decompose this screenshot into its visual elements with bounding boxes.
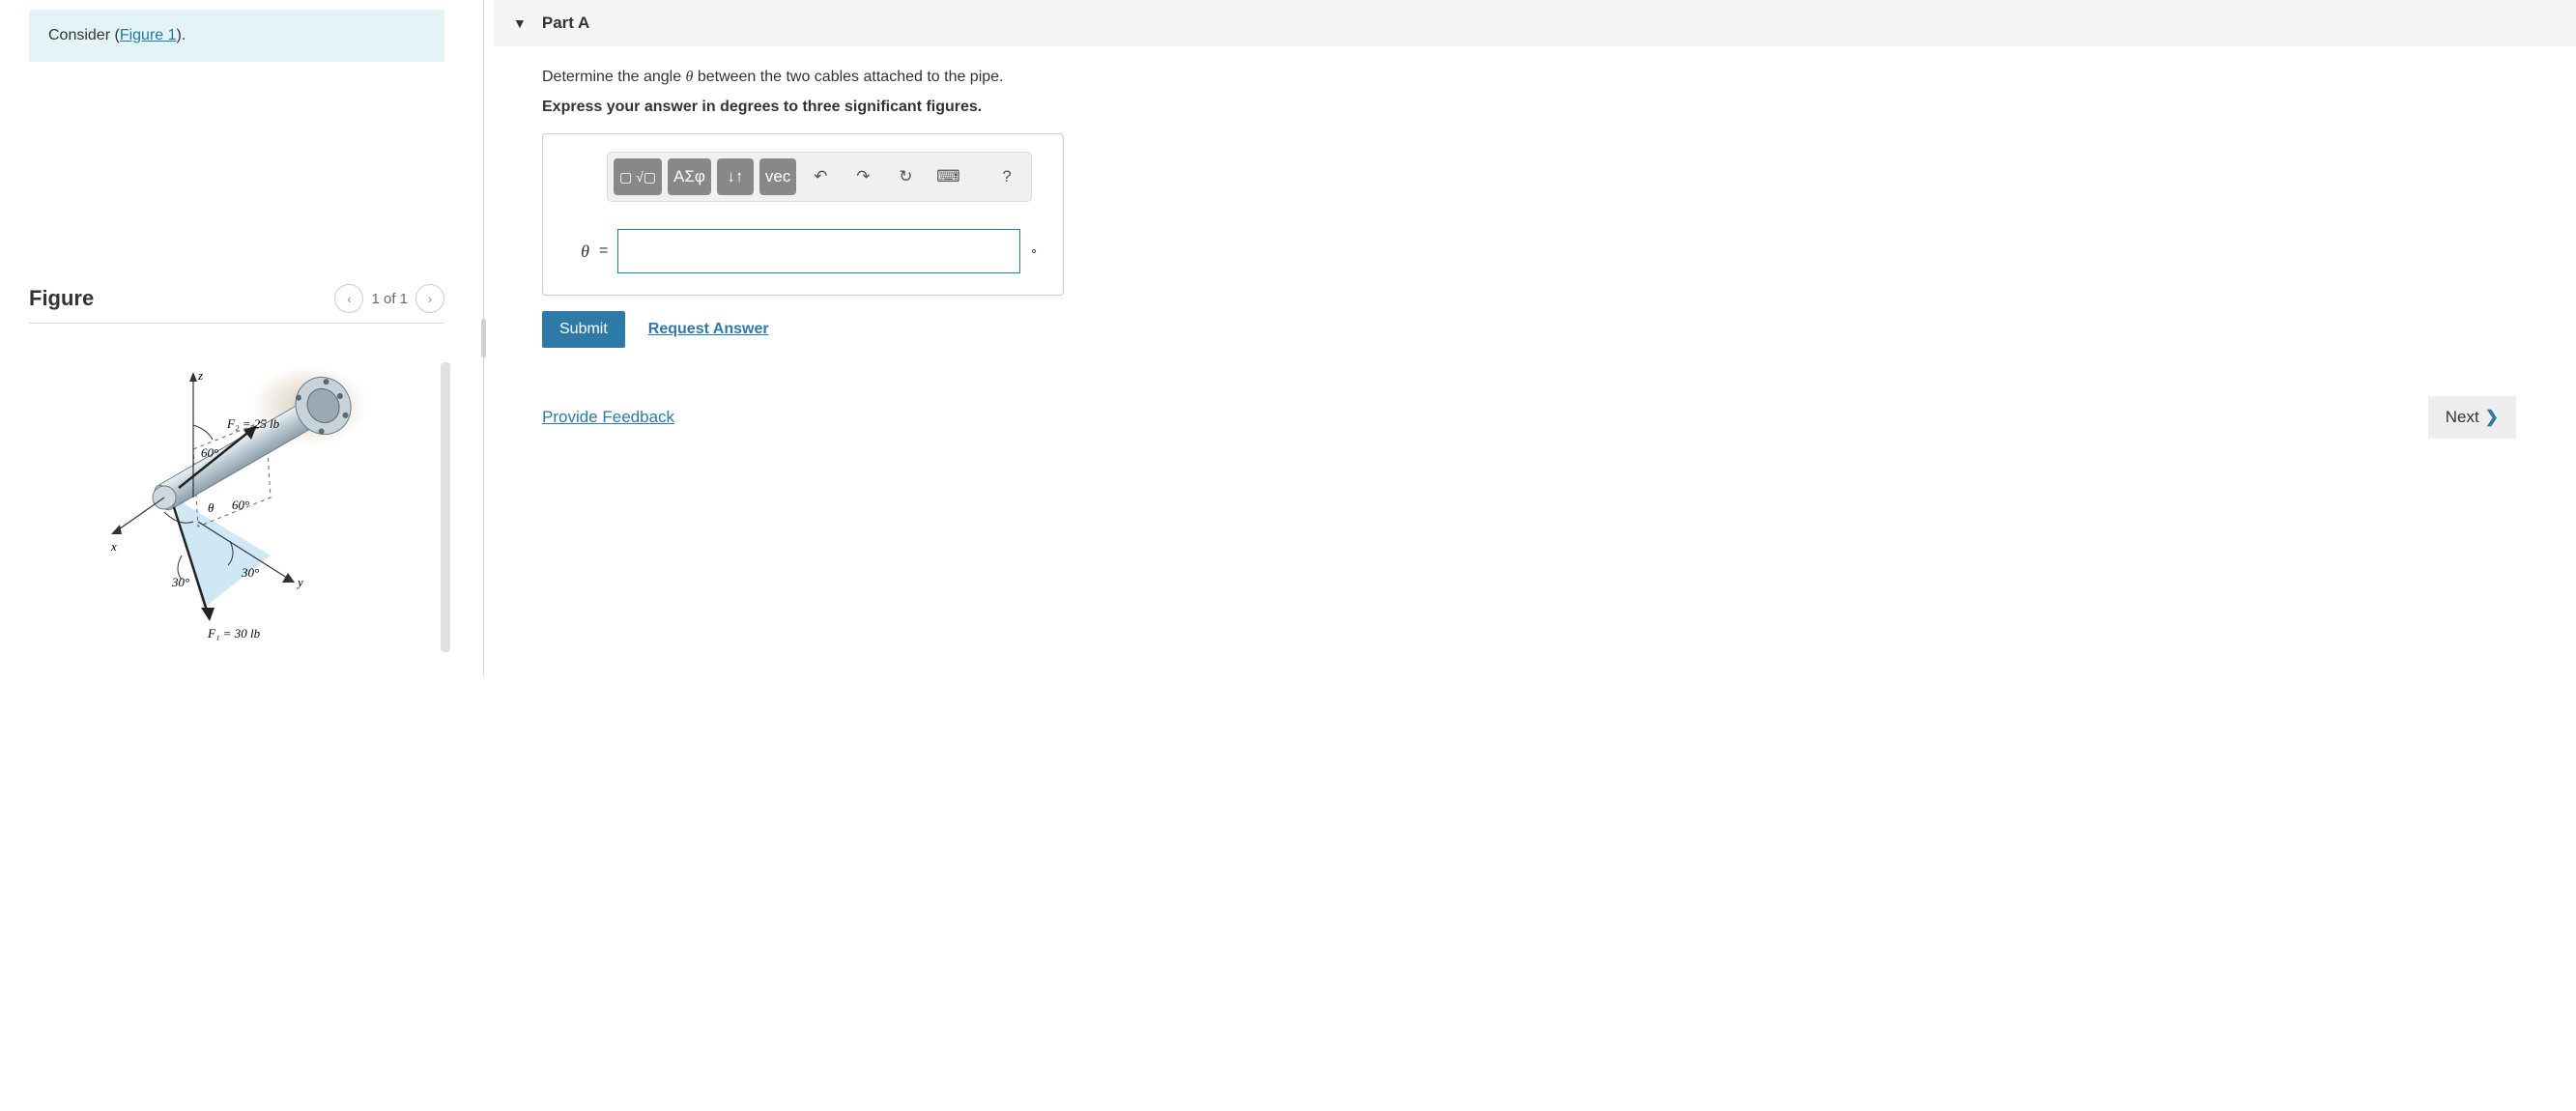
figure-link[interactable]: Figure 1 — [120, 27, 177, 43]
templates-button[interactable]: ▢ √▢ — [614, 158, 662, 195]
part-title: Part A — [542, 14, 589, 33]
variable-label: θ — [560, 242, 589, 262]
reset-button[interactable]: ↻ — [887, 158, 924, 195]
axis-y-label: y — [296, 575, 303, 589]
axis-x-label: x — [110, 539, 117, 554]
undo-icon: ↶ — [814, 167, 827, 186]
figure-image: z x y F₂ = 25 lb F₁ = 30 lb 60° 60° 30° … — [29, 362, 444, 667]
undo-button[interactable]: ↶ — [802, 158, 839, 195]
request-answer-link[interactable]: Request Answer — [648, 321, 769, 338]
figure-next-button[interactable]: › — [415, 284, 444, 313]
redo-icon: ↷ — [856, 167, 870, 186]
angle-theta-label: θ — [208, 500, 215, 515]
chevron-right-icon: ❯ — [2485, 408, 2499, 427]
angle-60a-label: 60° — [201, 445, 218, 460]
caret-down-icon: ▼ — [513, 15, 527, 31]
next-button[interactable]: Next ❯ — [2428, 396, 2516, 439]
keyboard-button[interactable]: ⌨ — [930, 158, 966, 195]
angle-30b-label: 30° — [171, 575, 189, 589]
figure-nav-label: 1 of 1 — [371, 291, 408, 307]
force-f2-label: F₂ = 25 lb — [226, 416, 280, 431]
question-text: Determine the angle θ between the two ca… — [542, 66, 2528, 89]
scinot-button[interactable]: ↓↑ — [717, 158, 754, 195]
greek-button[interactable]: ΑΣφ — [668, 158, 711, 195]
force-f1-label: F₁ = 30 lb — [207, 626, 261, 641]
consider-suffix: ). — [177, 27, 186, 43]
redo-button[interactable]: ↷ — [844, 158, 881, 195]
angle-60b-label: 60° — [232, 498, 249, 512]
consider-prefix: Consider ( — [48, 27, 120, 43]
part-header[interactable]: ▼ Part A — [494, 0, 2576, 46]
angle-30a-label: 30° — [241, 565, 259, 580]
answer-box: ▢ √▢ ΑΣφ ↓↑ vec ↶ ↷ ↻ ⌨ ? θ = ∘ — [542, 133, 1064, 296]
keyboard-icon: ⌨ — [936, 167, 960, 186]
reset-icon: ↻ — [899, 167, 912, 186]
help-button[interactable]: ? — [988, 158, 1025, 195]
answer-input[interactable] — [617, 229, 1020, 273]
figure-title: Figure — [29, 286, 94, 311]
equation-toolbar: ▢ √▢ ΑΣφ ↓↑ vec ↶ ↷ ↻ ⌨ ? — [607, 152, 1032, 202]
vec-button[interactable]: vec — [759, 158, 796, 195]
templates-icon: ▢ √▢ — [619, 169, 656, 185]
provide-feedback-link[interactable]: Provide Feedback — [542, 408, 674, 427]
axis-z-label: z — [197, 368, 203, 383]
figure-prev-button[interactable]: ‹ — [334, 284, 363, 313]
panel-divider[interactable] — [483, 0, 484, 676]
consider-box: Consider (Figure 1). — [29, 10, 444, 62]
unit-label: ∘ — [1030, 243, 1045, 259]
next-label: Next — [2446, 408, 2479, 427]
submit-button[interactable]: Submit — [542, 311, 625, 348]
chevron-right-icon: › — [428, 291, 433, 306]
figure-scrollbar[interactable] — [441, 362, 450, 652]
chevron-left-icon: ‹ — [347, 291, 352, 306]
equals-sign: = — [599, 242, 608, 260]
question-instruction: Express your answer in degrees to three … — [542, 99, 2528, 116]
